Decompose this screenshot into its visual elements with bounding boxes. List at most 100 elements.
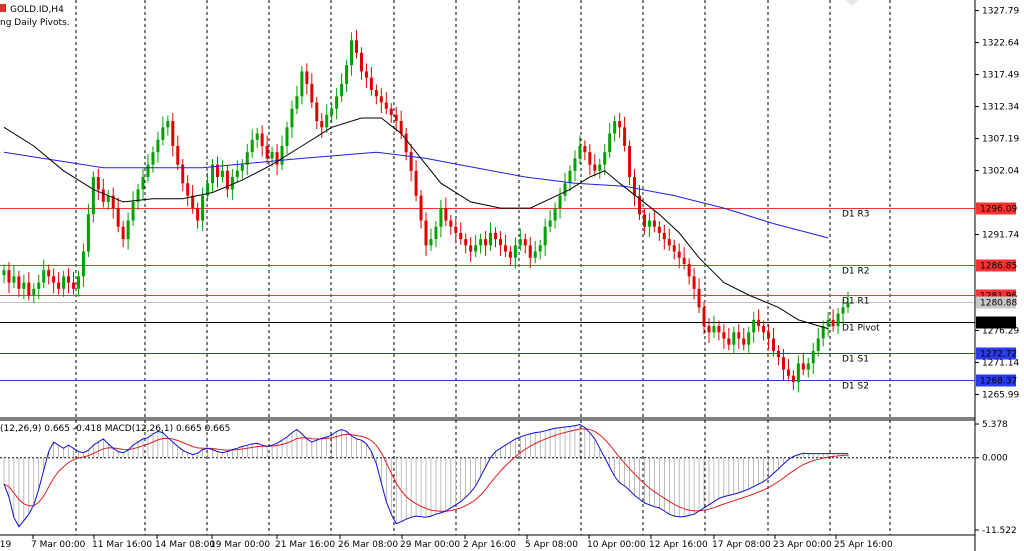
candle-body (677, 251, 681, 258)
pivot-label: D1 R2 (842, 267, 870, 277)
candle-body (662, 232, 666, 240)
price-tick-label: 1322.64 (982, 39, 1019, 49)
chart-background (0, 0, 1024, 551)
current-price-tag-text: 1280.88 (980, 299, 1017, 309)
candle-body (280, 145, 284, 165)
candle-body (399, 121, 403, 134)
candle-body (647, 220, 651, 227)
candle-body (305, 71, 309, 84)
candle-body (781, 357, 785, 370)
candle-body (121, 226, 125, 240)
candle-body (727, 338, 731, 345)
time-tick-label: 21 Mar 16:00 (275, 540, 335, 550)
candle-body (484, 239, 488, 246)
time-tick-label: 23 Apr 00:00 (773, 540, 832, 550)
candle-body (374, 90, 378, 97)
pivot-price-tag-text: 1268.37 (980, 377, 1017, 387)
price-tick-label: 1327.79 (982, 7, 1019, 17)
candle-body (479, 239, 483, 246)
candle-body (737, 332, 741, 339)
candle-body (2, 270, 6, 276)
pivot-price-tag-text: 1296.09 (980, 205, 1017, 215)
candle-body (7, 270, 11, 283)
candle-body (86, 214, 90, 252)
candle-body (732, 332, 736, 345)
candle-body (806, 363, 810, 370)
price-tick-label: 1307.19 (982, 135, 1019, 145)
candle-body (354, 40, 358, 53)
candle-body (62, 276, 66, 289)
candle-body (350, 40, 354, 66)
candle-body (126, 220, 130, 240)
candle-body (12, 276, 16, 283)
pivot-label: D1 R3 (842, 210, 870, 220)
candle-body (330, 108, 334, 115)
candle-body (211, 164, 215, 184)
candle-body (369, 77, 373, 91)
pivot-price-tag-text: 1286.85 (980, 262, 1017, 272)
candle-body (652, 220, 656, 227)
price-tick-label: 1312.34 (982, 103, 1019, 113)
candle-body (702, 307, 706, 327)
time-tick-label: 14 Mar 08:00 (155, 540, 215, 550)
candle-body (454, 226, 458, 233)
candle-body (22, 282, 26, 289)
macd-title: (12,26,9) 0.665 -0.418 MACD(12,26,1) 0.6… (0, 424, 230, 434)
price-chart[interactable]: D1 R3 D1 R2 D1 R1 D1 Pivot D1 S1 D1 S2 1327.7… (0, 0, 1024, 551)
candle-body (161, 127, 165, 140)
candle-body (469, 245, 473, 252)
candle-body (245, 152, 249, 165)
candle-body (32, 288, 36, 296)
candle-body (791, 375, 795, 382)
candle-body (533, 251, 537, 258)
candle-body (17, 276, 21, 289)
candle-body (409, 152, 413, 171)
candle-body (786, 369, 790, 376)
pivot-label: D1 S2 (842, 382, 869, 392)
candle-body (558, 195, 562, 209)
candle-body (310, 83, 314, 103)
candle-body (459, 232, 463, 240)
candle-body (300, 71, 304, 97)
candle-body (359, 52, 363, 72)
candle-body (141, 177, 145, 190)
candle-body (747, 332, 751, 345)
candle-body (593, 164, 597, 171)
candle-body (146, 164, 150, 178)
candle-body (633, 177, 637, 196)
candle-body (672, 245, 676, 252)
macd-tick-label: 5.378 (982, 420, 1008, 430)
candle-body (47, 270, 51, 277)
price-tick-label: 1291.74 (982, 231, 1019, 241)
candle-body (27, 282, 31, 296)
candle-body (682, 257, 686, 264)
candle-body (171, 121, 175, 146)
candle-body (191, 195, 195, 209)
candle-body (201, 195, 205, 221)
time-tick-label: 7 Mar 00:00 (31, 540, 86, 550)
time-tick-label: 2 Apr 16:00 (463, 540, 516, 550)
candle-body (623, 127, 627, 146)
candle-body (325, 114, 329, 128)
candle-body (712, 326, 716, 333)
candle-body (434, 226, 438, 240)
candle-body (176, 145, 180, 165)
candle-body (642, 214, 646, 227)
candle-body (811, 350, 815, 364)
candle-body (494, 232, 498, 240)
candle-body (52, 276, 56, 283)
candle-body (439, 208, 443, 227)
candle-body (796, 363, 800, 382)
candle-body (518, 239, 522, 246)
symbol-title: GOLD.ID,H4 (10, 5, 64, 15)
pivot-label: D1 Pivot (842, 324, 880, 334)
time-tick-label: 29 Mar 00:00 (400, 540, 460, 550)
candle-body (474, 245, 478, 252)
time-tick-label: 10 Apr 00:00 (587, 540, 646, 550)
candle-body (543, 226, 547, 246)
time-tick-label: 19 Mar 00:00 (210, 540, 270, 550)
candle-body (707, 326, 711, 333)
candle-body (489, 232, 493, 246)
candle-body (776, 350, 780, 358)
candle-body (404, 133, 408, 153)
